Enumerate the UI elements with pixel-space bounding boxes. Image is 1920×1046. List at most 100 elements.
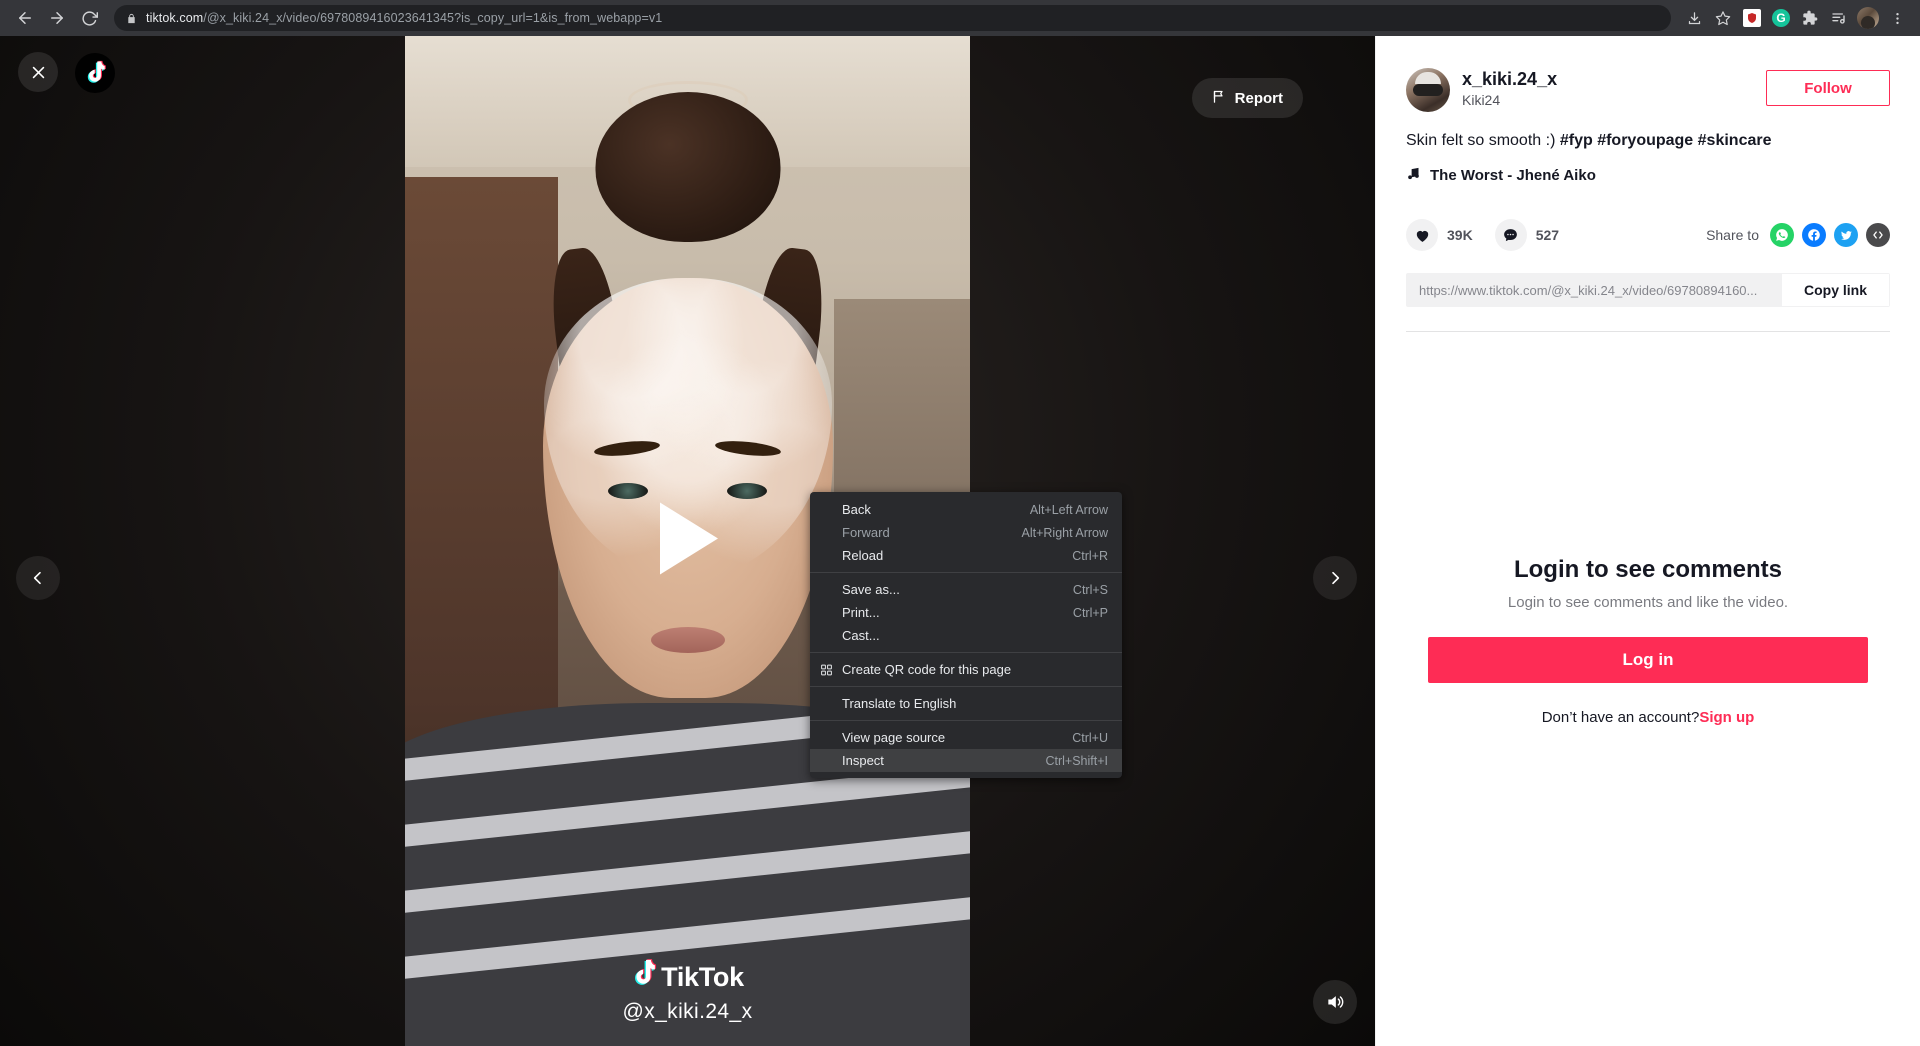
browser-context-menu[interactable]: Back Alt+Left Arrow Forward Alt+Right Ar… [810, 492, 1122, 778]
profile-avatar-icon[interactable] [1855, 5, 1881, 31]
panel-top-section: x_kiki.24_x Kiki24 Follow Skin felt so s… [1376, 36, 1920, 332]
avatar[interactable] [1406, 68, 1450, 112]
browser-reload-button[interactable] [74, 3, 104, 33]
browser-back-button[interactable] [10, 3, 40, 33]
reading-list-icon[interactable] [1826, 5, 1852, 31]
volume-button[interactable] [1313, 980, 1357, 1024]
signup-row: Don’t have an account?Sign up [1428, 709, 1868, 726]
music-title: The Worst - Jhené Aiko [1430, 167, 1596, 184]
context-menu-separator [810, 720, 1122, 721]
extension-grammarly-icon[interactable]: G [1768, 5, 1794, 31]
context-menu-shortcut: Ctrl+S [1072, 582, 1108, 597]
music-row[interactable]: The Worst - Jhené Aiko [1406, 166, 1890, 185]
install-app-icon[interactable] [1681, 5, 1707, 31]
context-menu-item-print[interactable]: Print... Ctrl+P [810, 601, 1122, 624]
context-menu-label: Create QR code for this page [842, 662, 1012, 677]
caption-hashtags[interactable]: #fyp #foryoupage #skincare [1560, 132, 1772, 149]
tiktok-logo-icon[interactable] [74, 52, 116, 94]
browser-toolbar: tiktok.com/@x_kiki.24_x/video/6978089416… [0, 0, 1920, 36]
heart-icon[interactable] [1406, 219, 1438, 251]
url-path: /@x_kiki.24_x/video/6978089416023641345?… [203, 11, 663, 25]
login-prompt-block: Login to see comments Login to see comme… [1376, 556, 1920, 726]
share-link-row: https://www.tiktok.com/@x_kiki.24_x/vide… [1406, 273, 1890, 307]
login-subtitle: Login to see comments and like the video… [1507, 594, 1789, 611]
play-button[interactable] [652, 499, 724, 584]
context-menu-label: Save as... [842, 582, 900, 597]
flag-icon [1212, 89, 1227, 108]
context-menu-item-create-qr-code[interactable]: Create QR code for this page [810, 658, 1122, 681]
context-menu-item-back[interactable]: Back Alt+Left Arrow [810, 498, 1122, 521]
twitter-icon[interactable] [1834, 223, 1858, 247]
share-link-url[interactable]: https://www.tiktok.com/@x_kiki.24_x/vide… [1407, 274, 1782, 306]
whatsapp-icon[interactable] [1770, 223, 1794, 247]
context-menu-label: Back [842, 502, 871, 517]
context-menu-shortcut: Ctrl+Shift+I [1045, 753, 1108, 768]
signup-link[interactable]: Sign up [1699, 709, 1754, 726]
like-count: 39K [1447, 227, 1473, 243]
video-info-panel: x_kiki.24_x Kiki24 Follow Skin felt so s… [1375, 36, 1920, 1046]
extension-adblock-icon[interactable] [1739, 5, 1765, 31]
like-stat[interactable]: 39K [1406, 219, 1473, 251]
context-menu-label: Translate to English [842, 696, 957, 711]
embed-icon[interactable] [1866, 223, 1890, 247]
context-menu-item-save-as[interactable]: Save as... Ctrl+S [810, 578, 1122, 601]
context-menu-label: Reload [842, 548, 884, 563]
previous-video-button[interactable] [16, 556, 60, 600]
share-group: Share to [1706, 223, 1890, 247]
author-meta: x_kiki.24_x Kiki24 [1462, 68, 1766, 108]
comment-count: 527 [1535, 227, 1560, 243]
context-menu-label: Forward [842, 525, 890, 540]
context-menu-shortcut: Alt+Left Arrow [1029, 502, 1108, 517]
report-button[interactable]: Report [1191, 78, 1303, 118]
context-menu-item-view-page-source[interactable]: View page source Ctrl+U [810, 726, 1122, 749]
context-menu-item-translate[interactable]: Translate to English [810, 692, 1122, 715]
caption-text: Skin felt so smooth :) [1406, 132, 1560, 149]
browser-toolbar-actions: G [1681, 5, 1910, 31]
video-stage: Report TikTok @x_kiki.24_x Back Alt+Left… [0, 36, 1375, 1046]
context-menu-label: Print... [842, 605, 880, 620]
share-label: Share to [1706, 227, 1759, 243]
follow-button[interactable]: Follow [1766, 70, 1890, 106]
author-row: x_kiki.24_x Kiki24 Follow [1406, 68, 1890, 112]
chrome-menu-icon[interactable] [1884, 5, 1910, 31]
context-menu-separator [810, 652, 1122, 653]
context-menu-shortcut: Ctrl+U [1072, 730, 1108, 745]
next-video-button[interactable] [1313, 556, 1357, 600]
author-username[interactable]: x_kiki.24_x [1462, 68, 1766, 90]
login-title: Login to see comments [1513, 556, 1783, 583]
qr-code-icon [819, 662, 834, 677]
extensions-puzzle-icon[interactable] [1797, 5, 1823, 31]
close-button[interactable] [18, 52, 58, 92]
report-label: Report [1234, 89, 1283, 107]
context-menu-label: Inspect [842, 753, 884, 768]
copy-link-button[interactable]: Copy link [1781, 274, 1889, 306]
page-body: Report TikTok @x_kiki.24_x Back Alt+Left… [0, 36, 1920, 1046]
context-menu-shortcut: Alt+Right Arrow [1021, 525, 1109, 540]
bookmark-star-icon[interactable] [1710, 5, 1736, 31]
login-button[interactable]: Log in [1428, 637, 1868, 683]
video-caption: Skin felt so smooth :) #fyp #foryoupage … [1406, 130, 1890, 152]
actions-row: 39K 527 Share to [1406, 219, 1890, 251]
context-menu-item-cast[interactable]: Cast... [810, 624, 1122, 647]
browser-forward-button[interactable] [42, 3, 72, 33]
lock-icon [126, 13, 137, 24]
context-menu-shortcut: Ctrl+R [1072, 548, 1108, 563]
comment-stat[interactable]: 527 [1494, 219, 1560, 251]
context-menu-item-inspect[interactable]: Inspect Ctrl+Shift+I [810, 749, 1122, 772]
signup-prompt: Don’t have an account? [1541, 709, 1700, 726]
music-note-icon [1406, 166, 1421, 185]
address-bar-url: tiktok.com/@x_kiki.24_x/video/6978089416… [146, 11, 662, 25]
facebook-icon[interactable] [1802, 223, 1826, 247]
context-menu-item-reload[interactable]: Reload Ctrl+R [810, 544, 1122, 567]
comment-icon[interactable] [1494, 219, 1527, 251]
context-menu-separator [810, 686, 1122, 687]
context-menu-separator [810, 572, 1122, 573]
context-menu-label: Cast... [842, 628, 880, 643]
panel-divider [1406, 331, 1890, 332]
context-menu-label: View page source [842, 730, 946, 745]
context-menu-item-forward: Forward Alt+Right Arrow [810, 521, 1122, 544]
url-domain: tiktok.com [146, 11, 204, 25]
author-nickname: Kiki24 [1462, 92, 1501, 108]
context-menu-shortcut: Ctrl+P [1072, 605, 1108, 620]
address-bar[interactable]: tiktok.com/@x_kiki.24_x/video/6978089416… [114, 5, 1671, 31]
